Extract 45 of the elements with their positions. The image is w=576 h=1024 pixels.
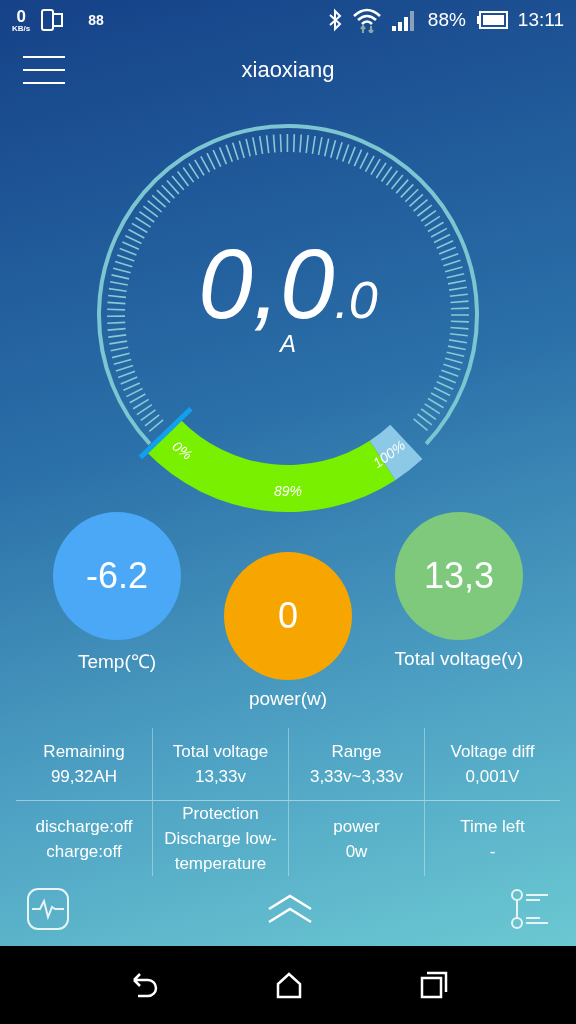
current-decimal: .0	[334, 274, 378, 326]
start-percent: 0%	[169, 437, 196, 463]
wifi-icon	[351, 7, 382, 33]
pulse-icon	[26, 887, 70, 931]
stat-value: -	[489, 840, 496, 863]
stat-label: discharge:off	[35, 815, 133, 838]
stat-label: Range	[331, 741, 382, 763]
recents-icon[interactable]	[419, 971, 448, 999]
stat-value: 13,33v	[194, 766, 246, 788]
stat-label: power	[333, 815, 380, 838]
timeline-icon	[510, 888, 550, 930]
reading-circle: 0	[224, 552, 352, 680]
stat-value: 0,001V	[465, 766, 520, 788]
stat-label: Remaining	[43, 741, 125, 763]
stat-label: Protection	[182, 803, 259, 825]
clock-time: 13:11	[517, 9, 564, 31]
stat-value: 0w	[345, 840, 368, 863]
reading-caption: Total voltage(v)	[394, 648, 524, 670]
menu-button[interactable]	[22, 55, 66, 85]
stat-value: Discharge low-temperature	[163, 828, 278, 875]
reading-circle: 13,3	[395, 512, 523, 640]
current-unit: A	[280, 330, 296, 357]
notification-count: 88	[88, 12, 104, 28]
stat-value: 3,33v~3,33v	[309, 766, 404, 788]
phone-icon	[40, 8, 65, 32]
current-value: 0,0	[198, 235, 335, 333]
stat-value: 99,32AH	[50, 766, 118, 788]
reading-caption: Temp(℃)	[77, 650, 157, 674]
reading-caption: power(w)	[248, 688, 328, 710]
needle	[138, 407, 193, 460]
app-title: xiaoxiang	[241, 57, 335, 83]
battery-percent-label: 89%	[274, 482, 302, 499]
net-unit-text: KB/s	[12, 24, 31, 33]
bluetooth-icon	[327, 8, 342, 32]
menu-icon	[22, 55, 66, 85]
battery-percent: 88%	[427, 9, 466, 31]
reading-circle: -6.2	[53, 512, 181, 640]
stat-label: Time left	[460, 815, 525, 838]
battery-icon	[475, 11, 508, 29]
double-chevron-up-icon	[267, 893, 313, 925]
home-icon[interactable]	[275, 971, 303, 999]
stat-value: charge:off	[46, 840, 122, 863]
net-speed-text: 0	[16, 7, 26, 25]
stat-label: Total voltage	[172, 741, 269, 763]
stat-label: Voltage diff	[450, 741, 535, 763]
